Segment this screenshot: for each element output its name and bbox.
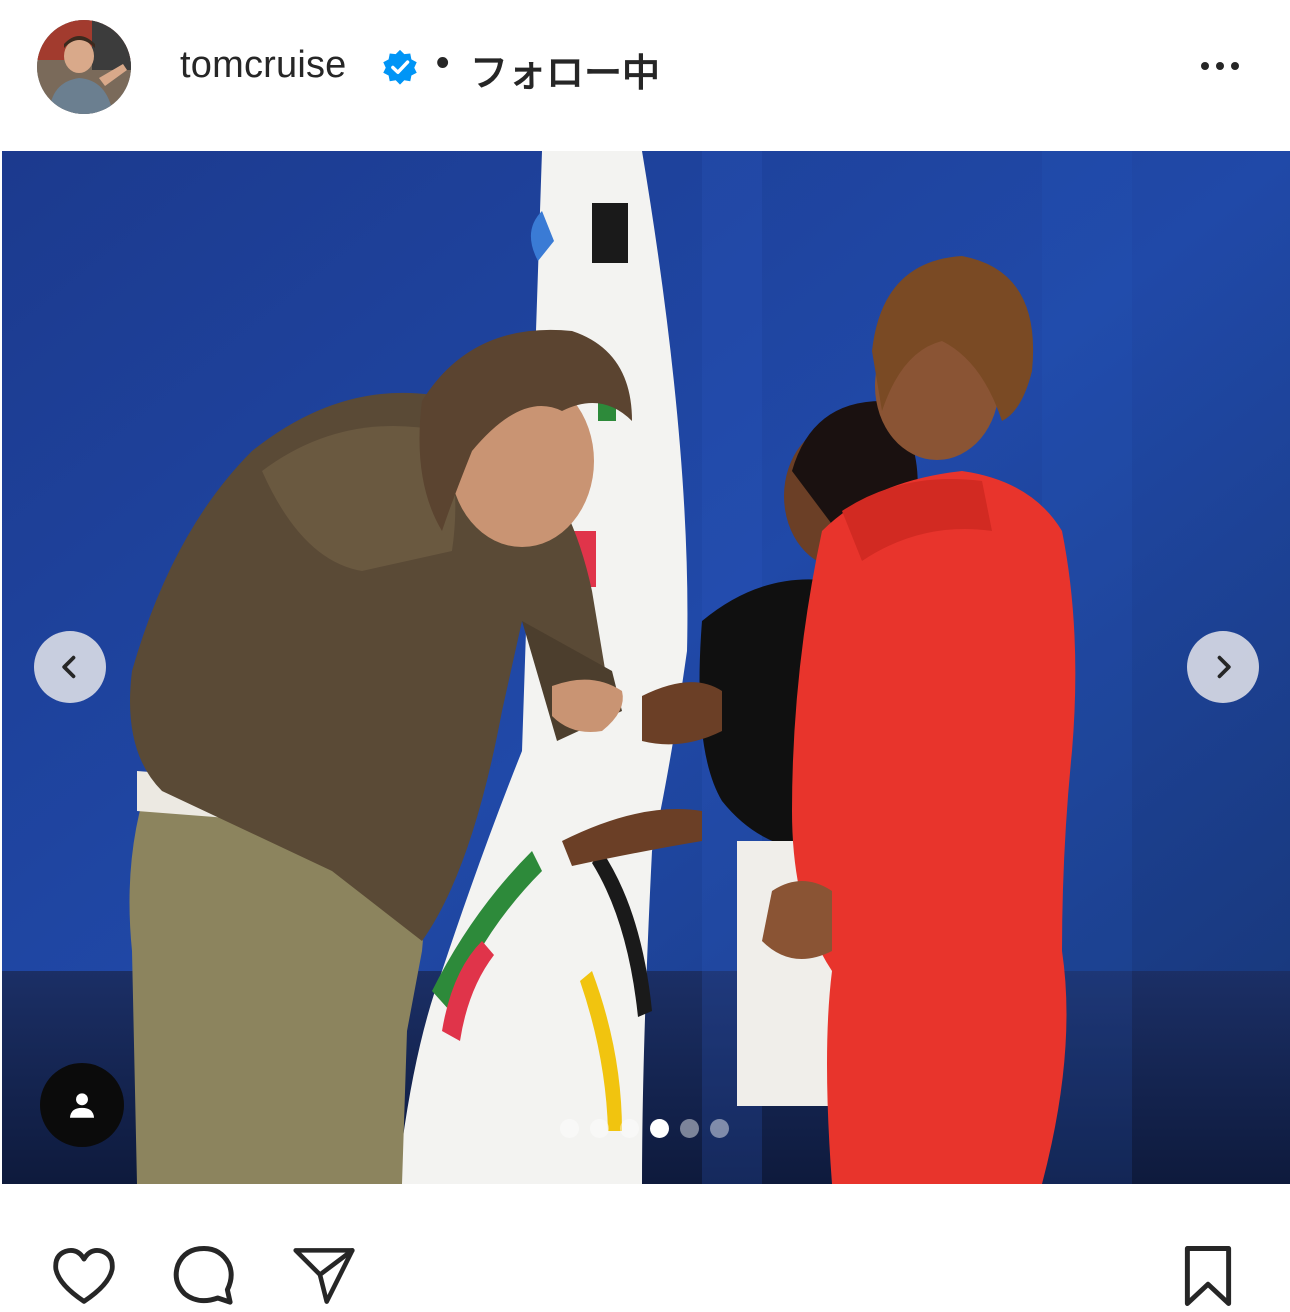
author-username[interactable]: tomcruise	[180, 44, 347, 87]
comment-bubble-icon	[173, 1246, 234, 1305]
stage-photo	[2, 151, 1290, 1184]
carousel-dot	[590, 1119, 609, 1138]
post-actions	[0, 1184, 1290, 1312]
carousel-dot	[710, 1119, 729, 1138]
bookmark-icon	[1184, 1246, 1232, 1306]
carousel-dot	[680, 1119, 699, 1138]
post-header: tomcruise • フォロー中	[0, 0, 1290, 150]
header-separator: •	[436, 42, 450, 84]
user-tag-icon	[69, 1093, 95, 1118]
like-button[interactable]	[48, 1240, 120, 1312]
carousel-dot	[620, 1119, 639, 1138]
post-image[interactable]	[2, 151, 1290, 1184]
save-button[interactable]	[1172, 1240, 1244, 1312]
chevron-left-icon	[62, 655, 76, 679]
author-avatar[interactable]	[37, 20, 131, 114]
user-tags-button[interactable]	[40, 1063, 124, 1147]
carousel-next-button[interactable]	[1187, 631, 1259, 703]
heart-icon	[53, 1248, 115, 1304]
verified-badge-icon	[381, 48, 419, 86]
more-options-icon[interactable]	[1188, 48, 1252, 84]
comment-button[interactable]	[168, 1240, 240, 1312]
chevron-right-icon	[1217, 655, 1231, 679]
avatar-image	[37, 20, 131, 114]
carousel-pagination	[560, 1119, 729, 1138]
paper-plane-icon	[293, 1248, 355, 1304]
following-button[interactable]: フォロー中	[470, 42, 660, 97]
carousel-dot-active	[650, 1119, 669, 1138]
carousel-prev-button[interactable]	[34, 631, 106, 703]
share-button[interactable]	[288, 1240, 360, 1312]
carousel-dot	[560, 1119, 579, 1138]
